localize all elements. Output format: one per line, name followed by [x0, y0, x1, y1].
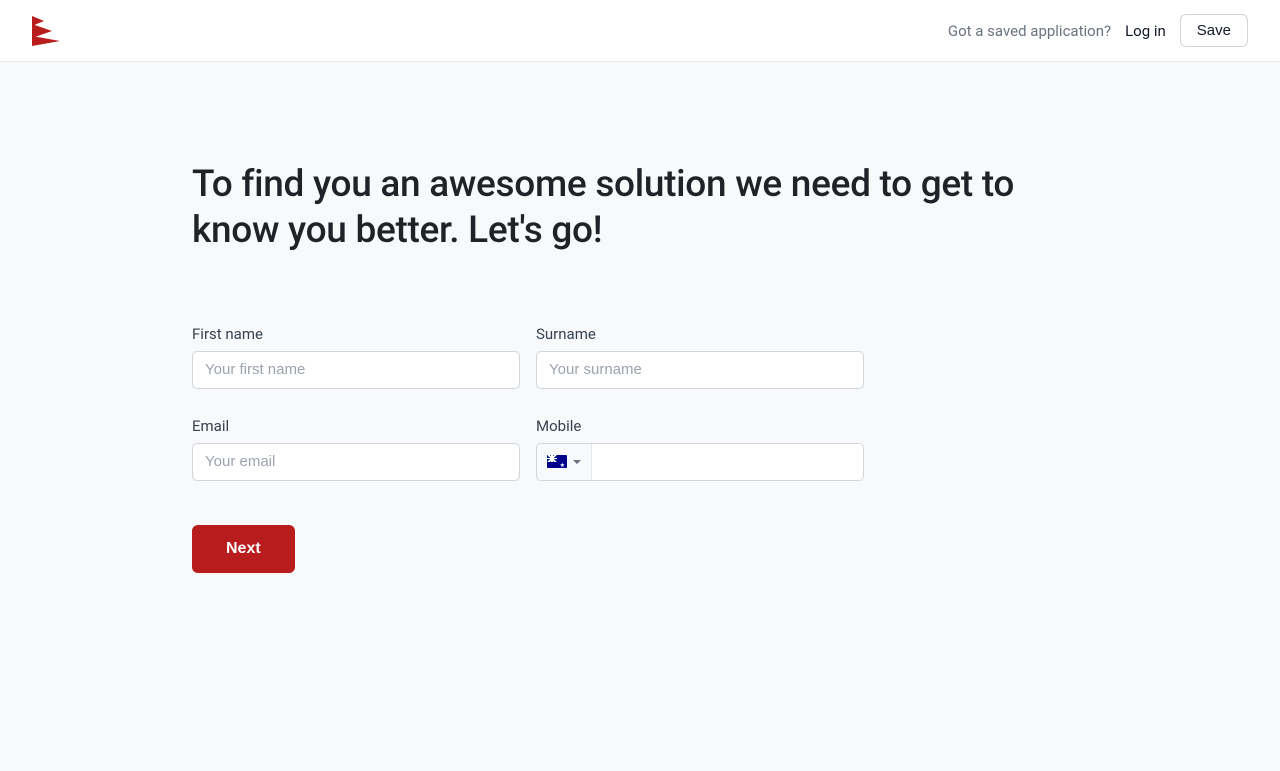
email-label: Email — [192, 417, 520, 435]
surname-input[interactable] — [536, 351, 864, 389]
flag-au-icon — [547, 455, 567, 468]
main-content: To find you an awesome solution we need … — [160, 62, 1120, 613]
logo-icon — [32, 16, 60, 46]
country-selector[interactable] — [537, 444, 592, 480]
field-email: Email — [192, 417, 520, 481]
mobile-label: Mobile — [536, 417, 864, 435]
first-name-input[interactable] — [192, 351, 520, 389]
login-link[interactable]: Log in — [1125, 22, 1166, 40]
mobile-input[interactable] — [592, 444, 863, 480]
chevron-down-icon — [573, 460, 581, 464]
form-grid: First name Surname Email Mobile — [192, 325, 864, 481]
header-actions: Got a saved application? Log in Save — [948, 14, 1248, 47]
saved-app-prompt: Got a saved application? — [948, 22, 1111, 40]
field-mobile: Mobile — [536, 417, 864, 481]
next-button[interactable]: Next — [192, 525, 295, 573]
email-input[interactable] — [192, 443, 520, 481]
field-surname: Surname — [536, 325, 864, 389]
surname-label: Surname — [536, 325, 864, 343]
field-first-name: First name — [192, 325, 520, 389]
mobile-input-group — [536, 443, 864, 481]
app-header: Got a saved application? Log in Save — [0, 0, 1280, 62]
logo — [32, 16, 60, 46]
first-name-label: First name — [192, 325, 520, 343]
save-button[interactable]: Save — [1180, 14, 1248, 47]
page-heading: To find you an awesome solution we need … — [192, 162, 1088, 255]
